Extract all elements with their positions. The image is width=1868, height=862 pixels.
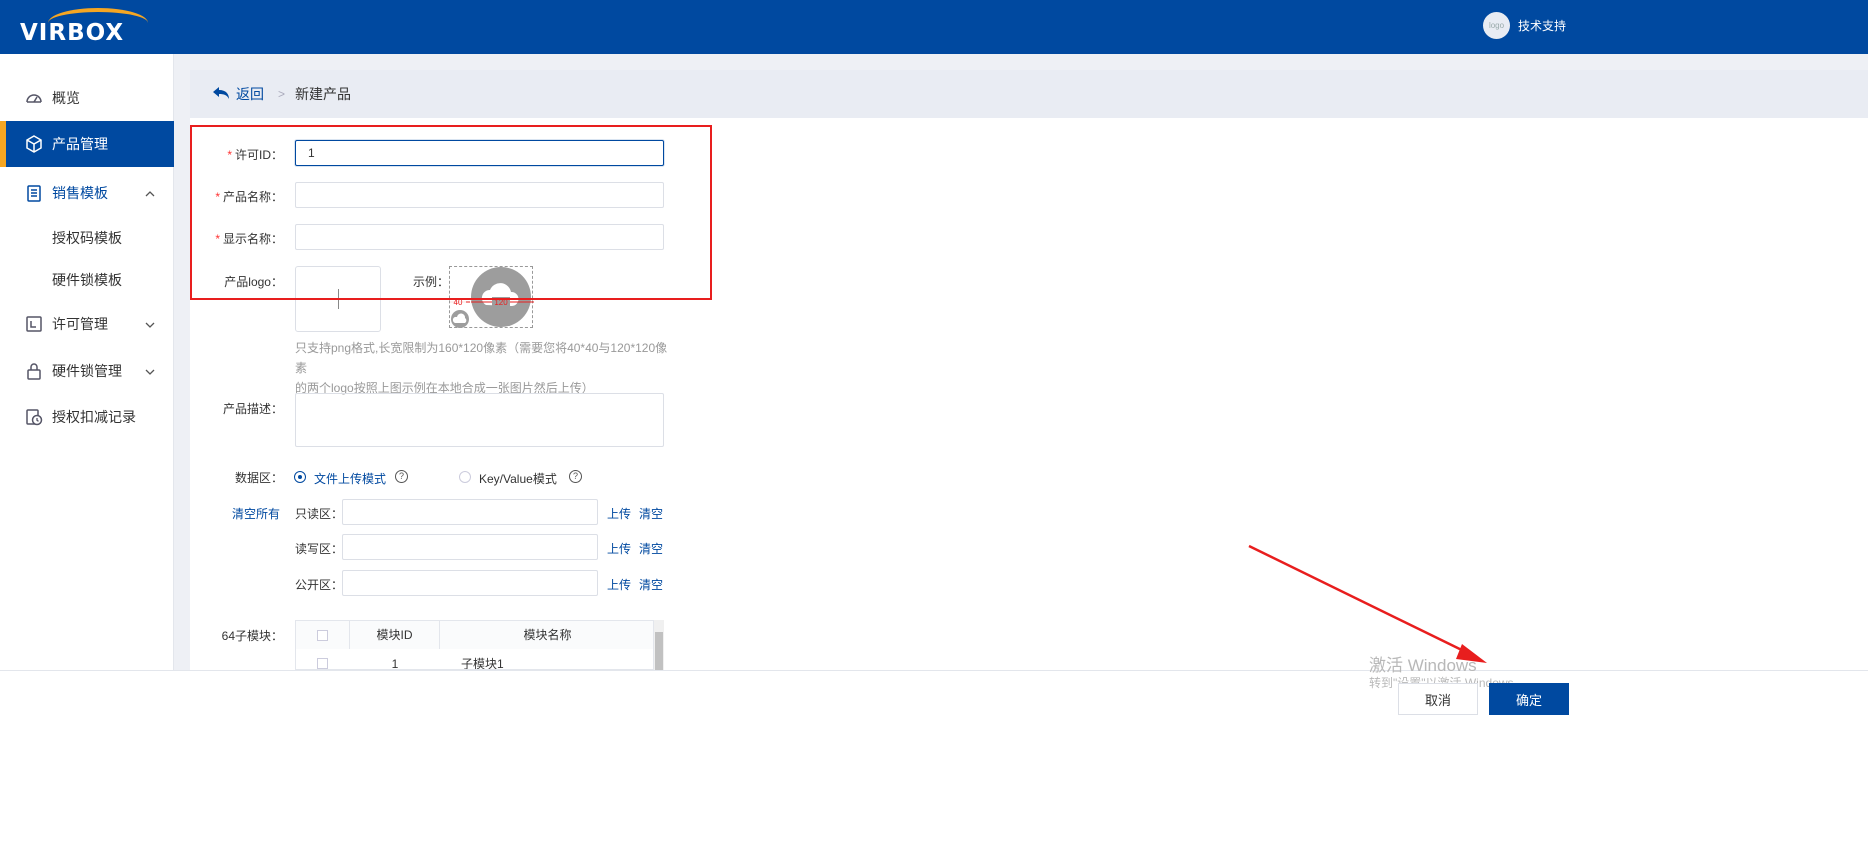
readwrite-upload-link[interactable]: 上传 [607, 540, 631, 557]
table-header-module-id: 模块ID [350, 621, 440, 649]
sidebar-item-hardware-lock-management[interactable]: 硬件锁管理 [0, 348, 174, 394]
readonly-area-input[interactable] [342, 499, 598, 525]
product-desc-textarea[interactable] [295, 393, 664, 447]
table-scrollbar[interactable] [654, 620, 664, 670]
module-id-cell: 1 [391, 657, 399, 670]
radio-key-value-mode[interactable] [459, 471, 471, 483]
cancel-button[interactable]: 取消 [1398, 683, 1478, 715]
back-button[interactable]: 返回 [212, 84, 264, 104]
logo-example-image: 40 120 [449, 266, 534, 328]
readonly-clear-link[interactable]: 清空 [639, 505, 663, 522]
public-area-input[interactable] [342, 570, 598, 596]
sidebar-item-license-management[interactable]: 许可管理 [0, 301, 174, 347]
avatar[interactable]: logo [1483, 12, 1510, 39]
sidebar-item-label: 许可管理 [52, 316, 108, 332]
sidebar-item-sales-template[interactable]: 销售模板 [0, 170, 174, 216]
chevron-up-icon [144, 187, 156, 203]
sidebar-item-label: 概览 [52, 90, 80, 106]
footer-bar [0, 670, 1868, 862]
license-id-label: * 许可ID： [227, 148, 283, 162]
sidebar-item-label: 硬件锁管理 [52, 363, 122, 379]
box-icon [24, 134, 44, 154]
virbox-logo[interactable]: VIRBOX [20, 6, 150, 48]
display-name-input[interactable] [295, 224, 664, 250]
readonly-area-label: 只读区： [295, 507, 344, 521]
modules-label: 64子模块： [221, 629, 283, 643]
product-logo-label: 产品logo： [224, 275, 283, 289]
sidebar-subitem-hardware-lock-template[interactable]: 硬件锁模板 [52, 270, 122, 290]
template-icon [24, 183, 44, 203]
radio-file-upload-label[interactable]: 文件上传模式 [314, 470, 386, 487]
sidebar-item-overview[interactable]: 概览 [0, 75, 174, 121]
svg-text:120: 120 [494, 298, 508, 307]
row-checkbox[interactable] [317, 658, 328, 669]
logo-upload-box[interactable] [295, 266, 381, 332]
windows-activation-watermark: 激活 Windows [1369, 656, 1477, 675]
back-arrow-icon [212, 86, 230, 103]
sidebar-item-product-management[interactable]: 产品管理 [0, 121, 174, 167]
radio-key-value-label[interactable]: Key/Value模式 [479, 470, 557, 487]
lock-icon [24, 361, 44, 381]
radio-file-upload-mode[interactable] [294, 471, 306, 483]
upload-plus-icon [338, 289, 339, 309]
help-icon[interactable]: ? [569, 470, 582, 483]
sidebar-subitem-auth-code-template[interactable]: 授权码模板 [52, 228, 122, 248]
product-desc-label: 产品描述： [222, 402, 283, 416]
select-all-checkbox[interactable] [317, 630, 328, 641]
readwrite-area-input[interactable] [342, 534, 598, 560]
public-clear-link[interactable]: 清空 [639, 576, 663, 593]
readonly-upload-link[interactable]: 上传 [607, 505, 631, 522]
table-header-select [296, 621, 350, 649]
logo-hint-text: 只支持png格式,长宽限制为160*120像素（需要您将40*40与120*12… [295, 341, 668, 395]
readwrite-area-label: 读写区： [295, 542, 344, 556]
chevron-down-icon [144, 365, 156, 381]
license-icon [24, 314, 44, 334]
sidebar-item-label: 销售模板 [52, 185, 108, 201]
product-name-input[interactable] [295, 182, 664, 208]
user-menu[interactable]: logo 技术支持 [1483, 12, 1566, 39]
module-name-cell: 子模块1 [461, 657, 504, 670]
history-icon [24, 407, 44, 427]
product-name-label: * 产品名称： [215, 190, 283, 204]
chevron-down-icon [144, 318, 156, 334]
help-icon[interactable]: ? [395, 470, 408, 483]
readwrite-clear-link[interactable]: 清空 [639, 540, 663, 557]
data-area-label: 数据区： [234, 471, 283, 485]
user-name[interactable]: 技术支持 [1518, 17, 1566, 34]
example-label: 示例： [413, 275, 450, 289]
dashboard-icon [24, 88, 44, 108]
confirm-button[interactable]: 确定 [1489, 683, 1569, 715]
logo-text: VIRBOX [20, 20, 125, 46]
page-title: 新建产品 [295, 86, 352, 102]
svg-text:40: 40 [454, 298, 463, 307]
display-name-label: * 显示名称： [215, 232, 283, 246]
breadcrumb: 返回 > 新建产品 [190, 70, 1868, 118]
clear-all-link[interactable]: 清空所有 [232, 505, 280, 522]
sidebar-item-label: 产品管理 [52, 136, 108, 152]
breadcrumb-separator-icon: > [278, 87, 286, 101]
top-header: VIRBOX logo 技术支持 [0, 0, 1868, 54]
sidebar-item-label: 授权扣减记录 [52, 409, 136, 425]
license-id-input[interactable]: 1 [295, 140, 664, 166]
table-header-module-name: 模块名称 [440, 621, 653, 649]
sidebar-item-auth-deduction-records[interactable]: 授权扣减记录 [0, 394, 174, 440]
cloud-icon: 40 120 [450, 267, 534, 328]
public-upload-link[interactable]: 上传 [607, 576, 631, 593]
back-label: 返回 [236, 86, 264, 102]
public-area-label: 公开区： [295, 578, 344, 592]
modules-table: 模块ID 模块名称 1 子模块1 [295, 620, 654, 670]
